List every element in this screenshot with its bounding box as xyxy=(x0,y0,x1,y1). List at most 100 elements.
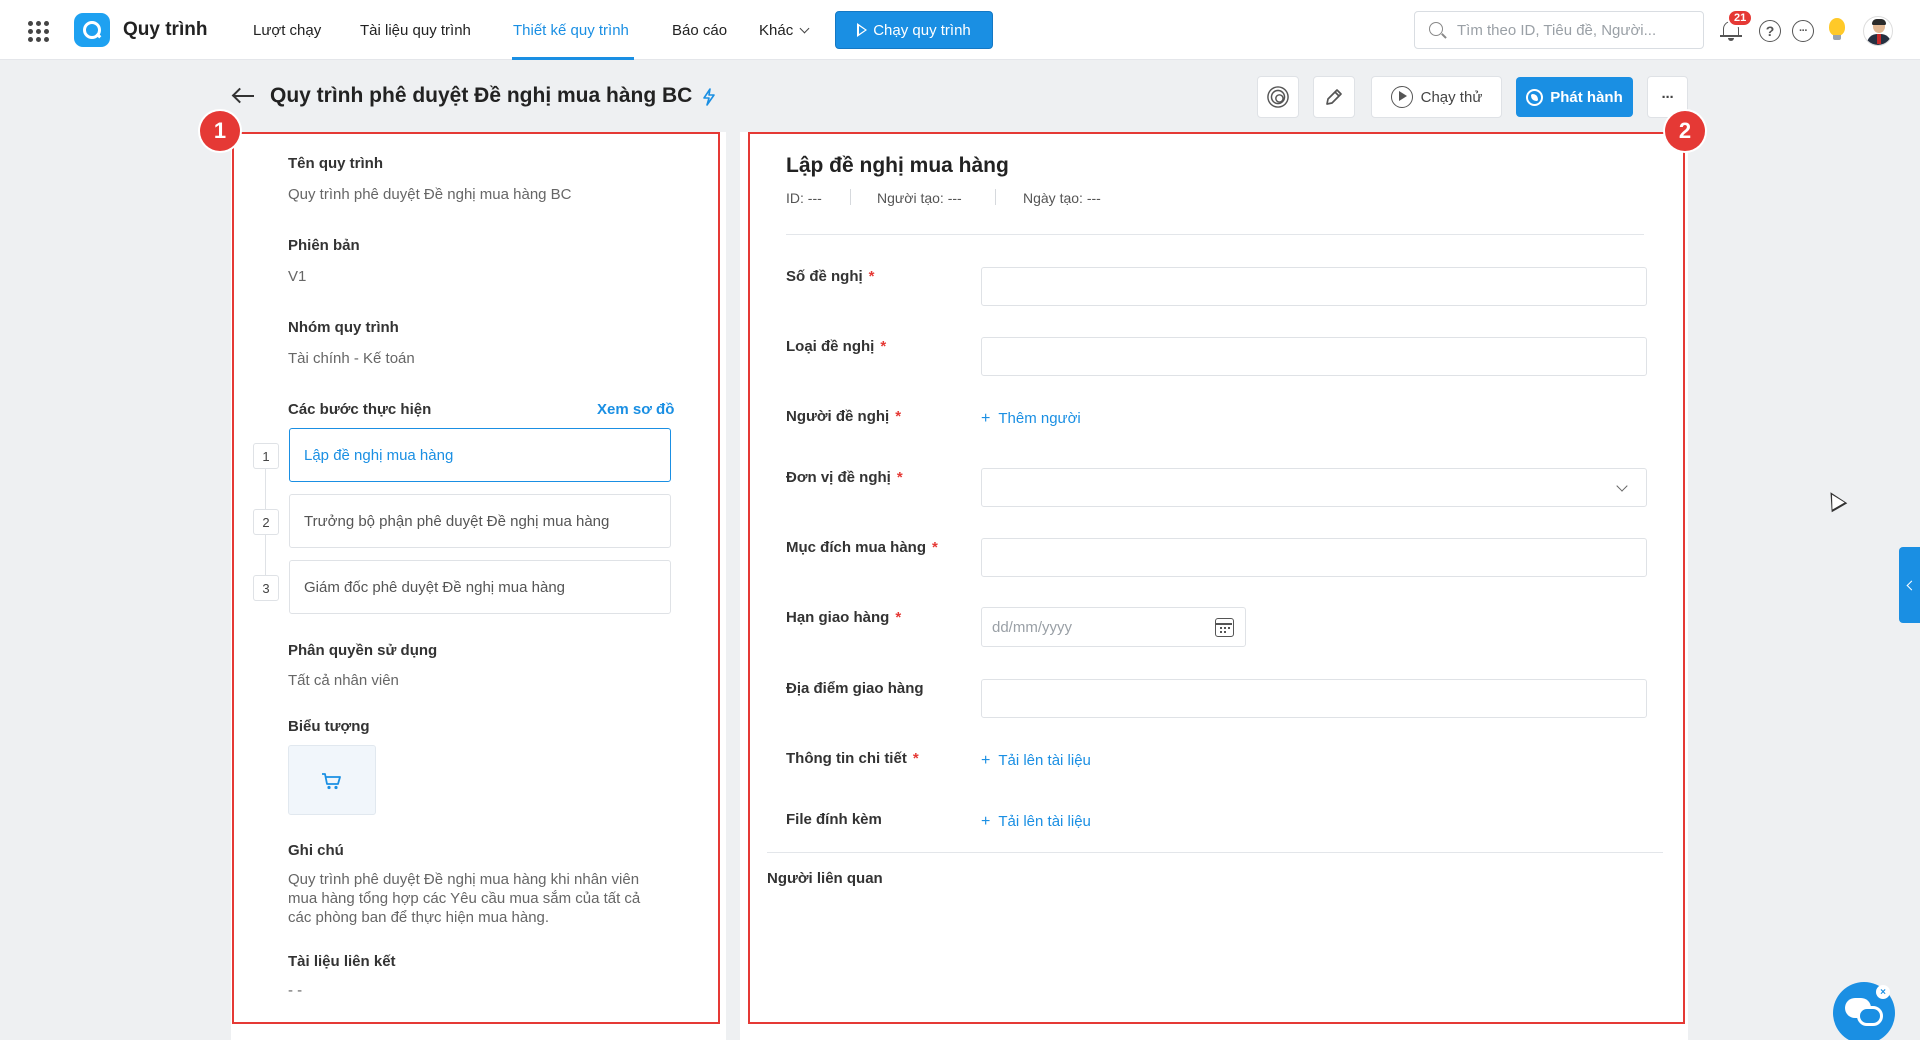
plus-icon: + xyxy=(981,410,991,427)
edit-button[interactable] xyxy=(1313,76,1355,118)
version-label: Phiên bản xyxy=(288,237,360,254)
field-label-text: Mục đích mua hàng xyxy=(786,539,927,556)
mouse-cursor xyxy=(1822,487,1848,513)
upload-detail-link[interactable]: + Tải lên tài liệu xyxy=(981,752,1091,770)
field-label-text: Đơn vị đề nghị xyxy=(786,469,891,486)
globe-icon xyxy=(1526,88,1544,106)
permission-label: Phân quyền sử dụng xyxy=(288,642,438,659)
nav-thiet-ke-quy-trinh[interactable]: Thiết kế quy trình xyxy=(513,22,629,39)
loai-de-nghi-input[interactable] xyxy=(981,337,1647,376)
process-icon-tile xyxy=(288,745,376,815)
pencil-icon xyxy=(1326,89,1342,105)
test-run-button[interactable]: Chạy thử xyxy=(1371,76,1502,118)
group-label: Nhóm quy trình xyxy=(288,319,399,336)
required-mark: * xyxy=(868,268,875,285)
step-number: 3 xyxy=(253,575,279,601)
add-person-label: Thêm người xyxy=(998,410,1081,427)
side-panel-toggle[interactable] xyxy=(1899,547,1920,623)
view-diagram-link[interactable]: Xem sơ đồ xyxy=(597,401,674,418)
app-logo xyxy=(74,13,110,47)
related-people-label: Người liên quan xyxy=(767,870,883,887)
linked-docs-label: Tài liệu liên kết xyxy=(288,953,396,970)
search-box[interactable] xyxy=(1414,11,1704,49)
top-navbar: Quy trình Lượt chạy Tài liệu quy trình T… xyxy=(0,0,1920,60)
plus-icon: + xyxy=(981,813,991,830)
field-label-text: Người đề nghị xyxy=(786,408,890,425)
notification-badge: 21 xyxy=(1727,9,1754,27)
process-name-label: Tên quy trình xyxy=(288,155,383,172)
step-item-2[interactable]: Trưởng bộ phận phê duyệt Đề nghị mua hàn… xyxy=(289,494,671,548)
nav-luot-chay[interactable]: Lượt chạy xyxy=(253,22,321,39)
field-label-nguoi-de-nghi: Người đề nghị * xyxy=(786,408,901,425)
avatar[interactable] xyxy=(1863,16,1893,46)
field-label-so-de-nghi: Số đề nghị * xyxy=(786,268,875,285)
play-circle-icon xyxy=(1390,86,1413,108)
muc-dich-input[interactable] xyxy=(981,538,1647,577)
lightning-icon xyxy=(703,88,715,106)
note-line-2: mua hàng tổng hợp các Yêu cầu mua sắm củ… xyxy=(288,890,641,907)
gear-icon xyxy=(1270,89,1286,105)
field-label-text: Số đề nghị xyxy=(786,268,863,285)
form-creator: Người tạo: --- xyxy=(877,190,962,206)
field-label-dia-diem: Địa điểm giao hàng xyxy=(786,680,924,697)
lightbulb-icon[interactable] xyxy=(1829,18,1845,40)
nav-tai-lieu-quy-trinh[interactable]: Tài liệu quy trình xyxy=(360,22,471,39)
back-arrow-icon[interactable] xyxy=(231,87,255,105)
nav-khac-label: Khác xyxy=(759,22,794,39)
required-mark: * xyxy=(932,539,938,556)
upload-label: Tải lên tài liệu xyxy=(998,752,1091,769)
han-giao-date-input[interactable]: dd/mm/yyyy xyxy=(981,607,1246,647)
required-mark: * xyxy=(895,408,902,425)
steps-label: Các bước thực hiện xyxy=(288,401,432,418)
help-icon[interactable]: ? xyxy=(1759,20,1781,42)
field-label-text: Thông tin chi tiết xyxy=(786,750,907,767)
search-icon xyxy=(1429,22,1443,36)
add-person-link[interactable]: + Thêm người xyxy=(981,410,1081,428)
step-connector xyxy=(265,469,266,513)
annotation-number-2: 2 xyxy=(1665,111,1705,151)
run-process-label: Chạy quy trình xyxy=(873,21,971,39)
annotation-box-2 xyxy=(748,132,1685,1024)
nav-bao-cao[interactable]: Báo cáo xyxy=(672,22,727,39)
search-input[interactable] xyxy=(1457,20,1687,40)
form-created-date: Ngày tạo: --- xyxy=(1023,190,1101,206)
chevron-down-icon xyxy=(1616,480,1628,492)
publish-label: Phát hành xyxy=(1550,88,1623,106)
calendar-icon[interactable] xyxy=(1215,618,1234,637)
publish-button[interactable]: Phát hành xyxy=(1516,77,1633,117)
group-value: Tài chính - Kế toán xyxy=(288,350,415,367)
nav-khac[interactable]: Khác xyxy=(759,22,810,39)
meta-divider xyxy=(850,189,851,205)
step-item-3[interactable]: Giám đốc phê duyệt Đề nghị mua hàng xyxy=(289,560,671,614)
field-label-don-vi: Đơn vị đề nghị * xyxy=(786,469,903,486)
required-mark: * xyxy=(896,469,903,486)
play-icon xyxy=(857,23,868,37)
required-mark: * xyxy=(880,338,887,355)
meta-divider xyxy=(995,189,996,205)
form-id: ID: --- xyxy=(786,190,822,206)
annotation-number-1: 1 xyxy=(200,111,240,151)
close-icon[interactable]: × xyxy=(1876,985,1890,999)
field-label-han-giao: Hạn giao hàng * xyxy=(786,609,901,626)
form-title: Lập đề nghị mua hàng xyxy=(786,154,1009,177)
plus-icon: + xyxy=(981,752,991,769)
active-nav-indicator xyxy=(512,57,634,60)
step-item-1[interactable]: Lập đề nghị mua hàng xyxy=(289,428,671,482)
step-number: 2 xyxy=(253,509,279,535)
don-vi-select[interactable] xyxy=(981,468,1647,507)
field-label-loai-de-nghi: Loại đề nghị * xyxy=(786,338,886,355)
note-line-1: Quy trình phê duyệt Đề nghị mua hàng khi… xyxy=(288,871,640,888)
settings-button[interactable] xyxy=(1257,76,1299,118)
upload-attachment-link[interactable]: + Tải lên tài liệu xyxy=(981,813,1091,831)
dia-diem-input[interactable] xyxy=(981,679,1647,718)
apps-grid-icon[interactable] xyxy=(26,19,49,42)
icon-label: Biểu tượng xyxy=(288,718,370,735)
required-mark: * xyxy=(895,609,902,626)
so-de-nghi-input[interactable] xyxy=(981,267,1647,306)
field-label-text: File đính kèm xyxy=(786,811,882,828)
field-label-file: File đính kèm xyxy=(786,811,882,828)
run-process-button[interactable]: Chạy quy trình xyxy=(835,11,993,49)
chat-dots-icon[interactable]: ··· xyxy=(1792,20,1814,42)
field-label-text: Hạn giao hàng xyxy=(786,609,890,626)
permission-value: Tất cả nhân viên xyxy=(288,672,399,689)
